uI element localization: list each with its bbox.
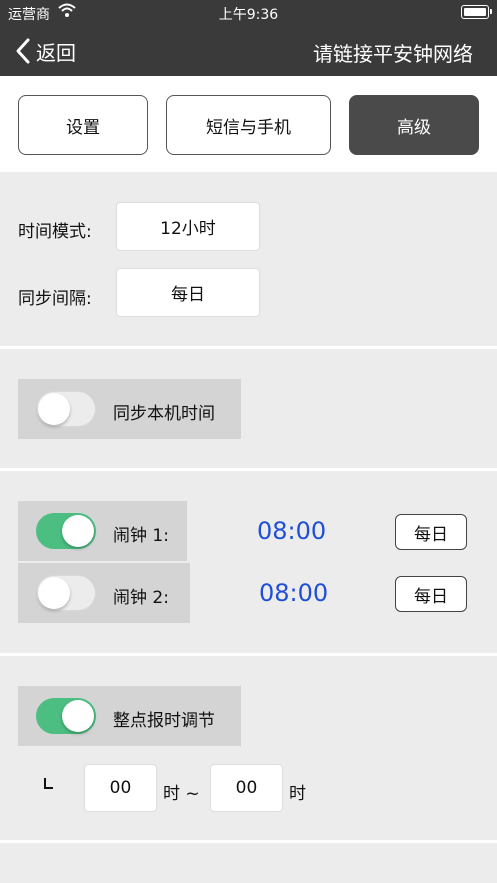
hourly-chime-panel: 整点报时调节	[18, 686, 241, 746]
battery-icon	[461, 5, 492, 19]
sync-local-label: 同步本机时间	[113, 404, 215, 424]
start-hour-input[interactable]: 00	[84, 764, 157, 812]
back-label: 返回	[36, 40, 76, 65]
status-bar: 运营商 上午9:36	[0, 0, 497, 26]
page-title: 请链接平安钟网络	[313, 42, 473, 66]
end-hour-value: 00	[235, 778, 258, 798]
tab-bar: 设置 短信与手机 高级	[0, 76, 497, 172]
tab-settings[interactable]: 设置	[18, 95, 148, 155]
alarm-1-label: 闹钟 1:	[113, 526, 169, 546]
corner-bracket-icon	[44, 778, 53, 789]
start-hour-unit: 时 ~	[163, 784, 200, 804]
sync-local-section: 同步本机时间	[0, 349, 497, 468]
alarm-2-panel: 闹钟 2:	[18, 563, 190, 623]
sync-local-toggle[interactable]	[36, 391, 96, 427]
alarm-2-toggle[interactable]	[36, 575, 96, 611]
sync-local-panel: 同步本机时间	[18, 379, 241, 439]
nav-bar: 返回 请链接平安钟网络	[0, 26, 497, 76]
sync-interval-select[interactable]: 每日	[116, 268, 260, 317]
alarm-1-time[interactable]: 08:00	[257, 517, 326, 545]
end-hour-input[interactable]: 00	[210, 764, 283, 812]
start-hour-value: 00	[109, 778, 132, 798]
time-mode-select[interactable]: 12小时	[116, 202, 260, 251]
alarm-1-panel: 闹钟 1:	[18, 501, 187, 561]
chevron-left-icon	[16, 38, 30, 64]
alarm-2-time[interactable]: 08:00	[259, 579, 328, 607]
hourly-chime-toggle[interactable]	[36, 698, 96, 734]
tab-advanced[interactable]: 高级	[349, 95, 479, 155]
sync-interval-value: 每日	[171, 285, 205, 305]
tab-sms-phone[interactable]: 短信与手机	[166, 95, 331, 155]
alarm-2-label: 闹钟 2:	[113, 588, 169, 608]
tab-advanced-label: 高级	[397, 117, 431, 138]
hourly-chime-section: 整点报时调节 00 时 ~ 00 时	[0, 656, 497, 840]
time-mode-label: 时间模式:	[18, 222, 92, 242]
back-button[interactable]: 返回	[14, 36, 76, 66]
tab-sms-phone-label: 短信与手机	[206, 117, 291, 138]
alarm-1-toggle[interactable]	[36, 513, 96, 549]
end-hour-unit: 时	[289, 784, 306, 804]
tab-settings-label: 设置	[66, 117, 100, 138]
time-mode-value: 12小时	[160, 219, 216, 239]
alarm-2-repeat-label: 每日	[414, 586, 448, 607]
status-time: 上午9:36	[218, 7, 279, 23]
alarm-1-repeat-button[interactable]: 每日	[395, 514, 467, 550]
alarm-1-repeat-label: 每日	[414, 524, 448, 545]
sync-interval-label: 同步间隔:	[18, 289, 92, 309]
alarm-2-repeat-button[interactable]: 每日	[395, 576, 467, 612]
alarms-section: 闹钟 1: 08:00 每日 闹钟 2: 08:00 每日	[0, 471, 497, 653]
divider	[0, 840, 497, 843]
hourly-chime-label: 整点报时调节	[113, 711, 215, 731]
time-settings-section: 时间模式: 12小时 同步间隔: 每日	[0, 172, 497, 346]
